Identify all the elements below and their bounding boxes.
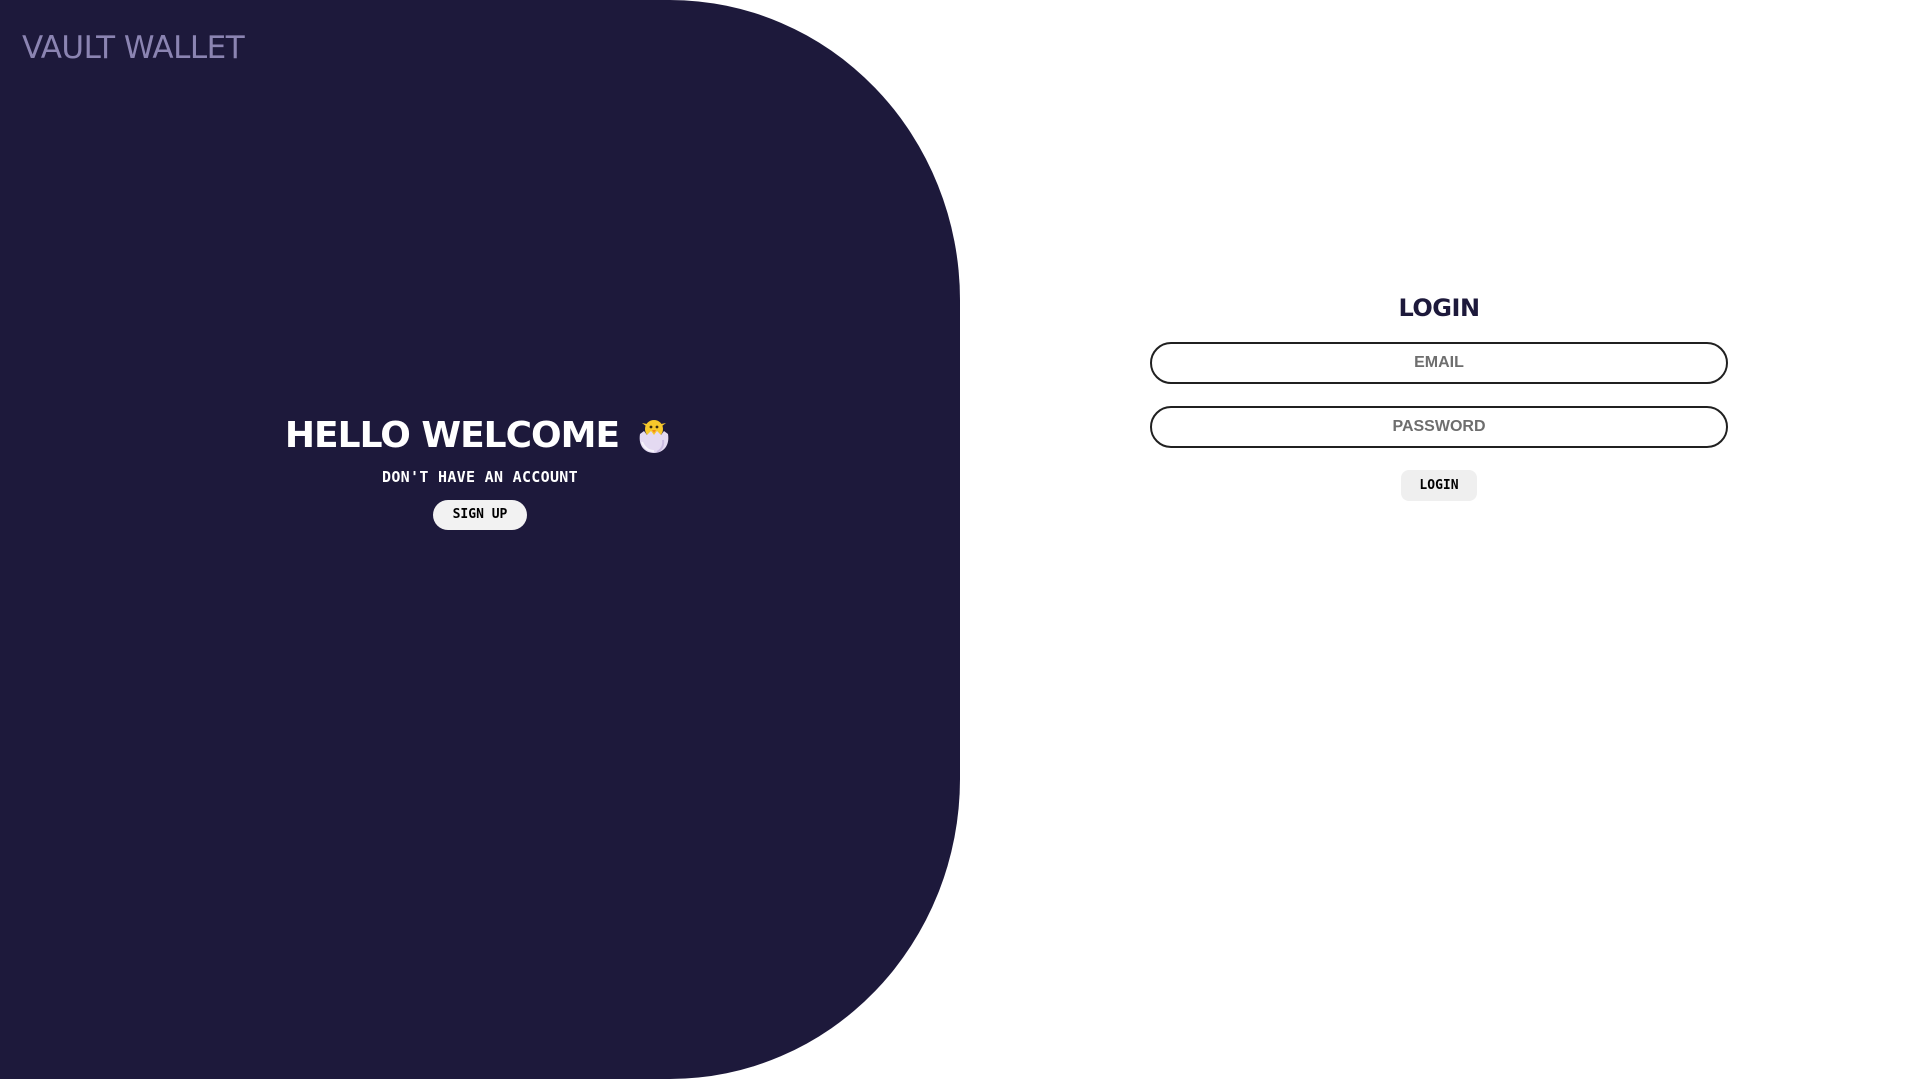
welcome-title-text: HELLO WELCOME (284, 414, 620, 456)
login-button[interactable]: LOGIN (1401, 470, 1477, 501)
brand-logo: VAULT WALLET (22, 30, 245, 66)
no-account-text: DON'T HAVE AN ACCOUNT (382, 468, 578, 486)
welcome-block: HELLO WELCOME DON'T HAVE AN ACCOUNT SIGN… (280, 414, 680, 530)
welcome-heading: HELLO WELCOME (285, 414, 675, 456)
login-form: LOGIN LOGIN (1150, 294, 1728, 501)
login-page: VAULT WALLET HELLO WELCOME DON'T HAVE AN… (0, 0, 1919, 1079)
email-field[interactable] (1150, 342, 1728, 384)
sign-up-button[interactable]: SIGN UP (432, 500, 528, 530)
login-title: LOGIN (1398, 294, 1480, 322)
welcome-panel (0, 0, 960, 1079)
hatching-chick-icon (633, 414, 675, 456)
password-field[interactable] (1150, 406, 1728, 448)
